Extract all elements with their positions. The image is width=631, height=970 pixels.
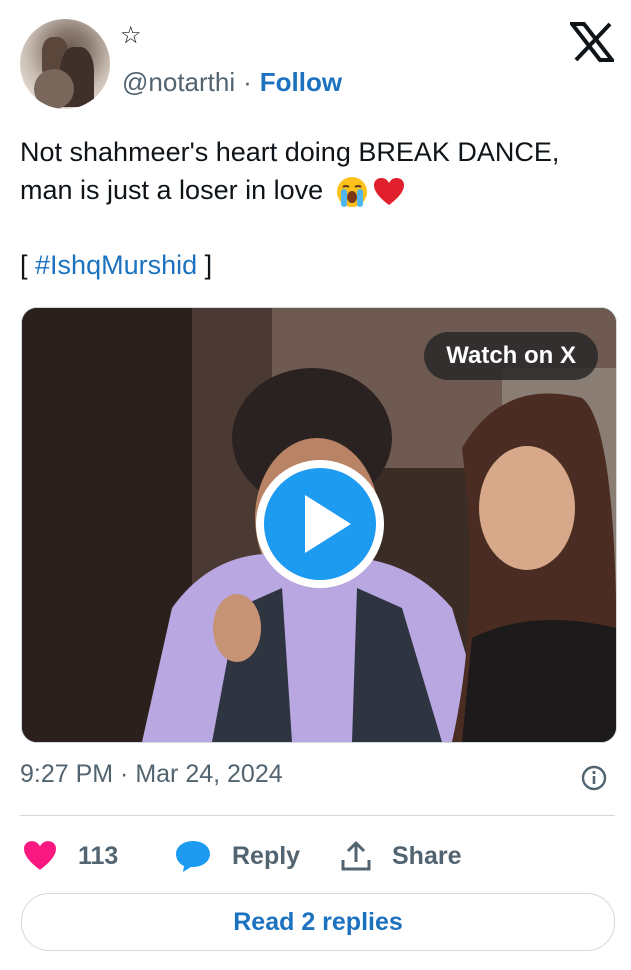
avatar[interactable]	[20, 19, 110, 109]
tweet-line-2-text: man is just a loser in love	[20, 175, 324, 205]
heart-icon	[24, 841, 56, 870]
separator-dot: ·	[243, 67, 252, 97]
bracket-open: [	[20, 250, 28, 280]
share-upload-icon	[341, 841, 371, 871]
user-handle[interactable]: @notarthi	[122, 67, 235, 98]
reply-button[interactable]: Reply	[174, 836, 300, 876]
x-logo-icon[interactable]	[570, 22, 614, 62]
share-label: Share	[392, 841, 462, 870]
loudly-crying-face-icon	[336, 176, 367, 207]
hashtag-row: [ #IshqMurshid ]	[20, 246, 212, 284]
display-name[interactable]: ☆	[120, 24, 142, 48]
follow-button[interactable]: Follow	[260, 67, 342, 98]
divider	[20, 815, 615, 816]
video-player[interactable]: Watch on X	[21, 307, 617, 743]
reply-bubble-icon	[176, 841, 210, 872]
share-button[interactable]: Share	[340, 836, 461, 876]
tweet-line-1: Not shahmeer's heart doing BREAK DANCE,	[20, 137, 560, 167]
like-count: 113	[78, 841, 119, 870]
red-heart-icon	[373, 177, 404, 205]
info-icon[interactable]	[581, 765, 607, 791]
tweet-line-2: man is just a loser in love	[20, 171, 610, 209]
like-button[interactable]: 113	[22, 836, 118, 876]
watch-on-x-button[interactable]: Watch on X	[424, 332, 598, 380]
tweet-text: Not shahmeer's heart doing BREAK DANCE, …	[20, 133, 610, 209]
bracket-close: ]	[204, 250, 213, 280]
reply-label: Reply	[232, 841, 301, 870]
hashtag-link[interactable]: #IshqMurshid	[35, 250, 197, 280]
read-replies-button[interactable]: Read 2 replies	[21, 893, 615, 951]
play-icon[interactable]	[255, 459, 385, 589]
author-row: @notarthi · Follow	[122, 67, 342, 98]
tweet-timestamp[interactable]: 9:27 PM · Mar 24, 2024	[20, 760, 283, 789]
